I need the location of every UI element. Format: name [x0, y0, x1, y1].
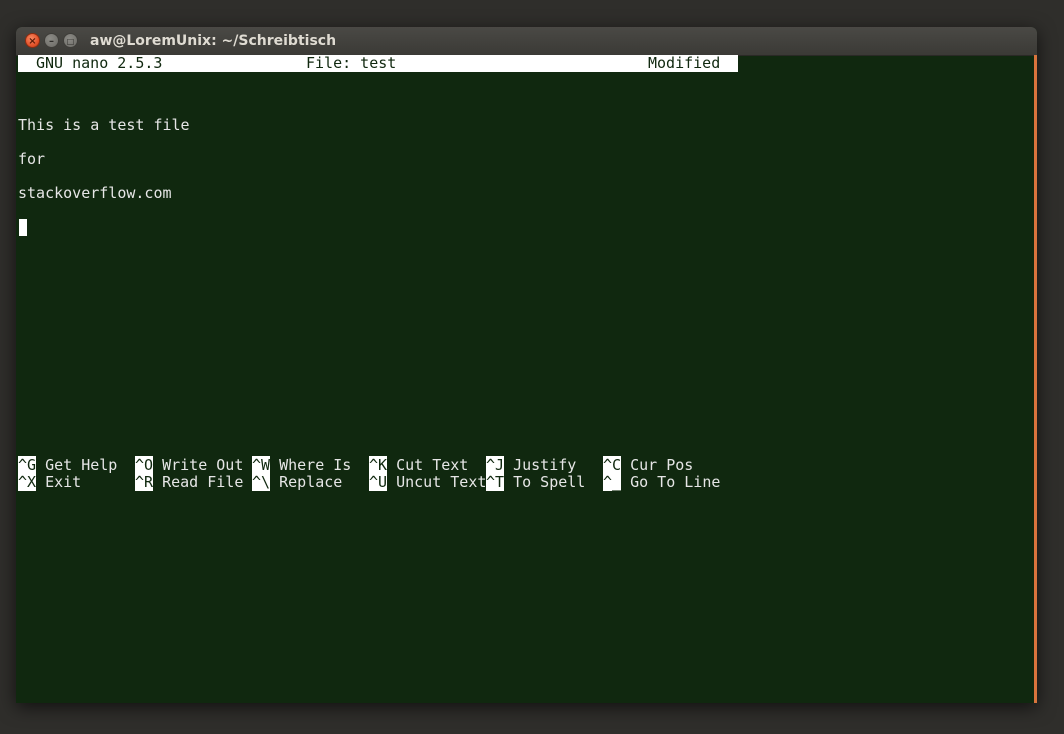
shortcut-label: Where Is: [279, 456, 352, 474]
shortcut-key: ^T: [486, 473, 505, 491]
shortcut-key: ^X: [18, 473, 37, 491]
nano-header-bar: GNU nano 2.5.3 File: test Modified: [18, 55, 738, 72]
shortcut-key: ^_: [603, 473, 622, 491]
shortcut-cur-pos[interactable]: ^C Cur Pos: [603, 456, 694, 474]
shortcut-justify[interactable]: ^J Justify: [486, 456, 577, 474]
terminal-area[interactable]: GNU nano 2.5.3 File: test Modified This …: [18, 55, 1032, 703]
shortcut-key: ^C: [603, 456, 622, 474]
shortcut-uncut-text[interactable]: ^U Uncut Text: [369, 473, 487, 491]
shortcut-key: ^W: [252, 456, 271, 474]
modified-status: Modified: [648, 54, 721, 72]
shortcut-key: ^O: [135, 456, 154, 474]
text-cursor: [19, 219, 27, 236]
shortcut-label: Replace: [279, 473, 343, 491]
shortcut-label: Exit: [45, 473, 82, 491]
shortcut-go-to-line[interactable]: ^_ Go To Line: [603, 473, 721, 491]
shortcut-key: ^J: [486, 456, 505, 474]
shortcut-label: To Spell: [513, 473, 586, 491]
buffer-line-1: This is a test file: [18, 116, 190, 134]
buffer-line-3: stackoverflow.com: [18, 184, 172, 202]
shortcut-read-file[interactable]: ^R Read File: [135, 473, 244, 491]
close-icon[interactable]: ×: [25, 33, 40, 48]
shortcut-label: Cut Text: [396, 456, 469, 474]
maximize-icon[interactable]: □: [63, 33, 78, 48]
shortcut-key: ^G: [18, 456, 37, 474]
shortcut-label: Write Out: [162, 456, 244, 474]
shortcut-key: ^K: [369, 456, 388, 474]
shortcut-write-out[interactable]: ^O Write Out: [135, 456, 244, 474]
shortcut-cut-text[interactable]: ^K Cut Text: [369, 456, 469, 474]
buffer-line-2: for: [18, 150, 46, 168]
shortcut-key: ^\: [252, 473, 271, 491]
shortcut-where-is[interactable]: ^W Where Is: [252, 456, 352, 474]
nano-version: GNU nano 2.5.3: [36, 54, 163, 72]
shortcut-key: ^U: [369, 473, 388, 491]
shortcut-exit[interactable]: ^X Exit: [18, 473, 82, 491]
window-title: aw@LoremUnix: ~/Schreibtisch: [90, 33, 337, 49]
shortcut-key: ^R: [135, 473, 154, 491]
file-name: File: test: [306, 54, 397, 72]
shortcut-label: Get Help: [45, 456, 118, 474]
scrollbar[interactable]: [1034, 55, 1037, 703]
shortcut-to-spell[interactable]: ^T To Spell: [486, 473, 586, 491]
minimize-icon[interactable]: –: [44, 33, 59, 48]
terminal-window: × – □ aw@LoremUnix: ~/Schreibtisch GNU n…: [16, 27, 1037, 703]
shortcut-label: Justify: [513, 456, 577, 474]
title-bar[interactable]: × – □ aw@LoremUnix: ~/Schreibtisch: [16, 27, 1037, 56]
shortcut-label: Cur Pos: [630, 456, 694, 474]
shortcut-label: Read File: [162, 473, 244, 491]
shortcut-get-help[interactable]: ^G Get Help: [18, 456, 118, 474]
shortcut-label: Go To Line: [630, 473, 721, 491]
shortcut-label: Uncut Text: [396, 473, 487, 491]
shortcut-replace[interactable]: ^\ Replace: [252, 473, 343, 491]
